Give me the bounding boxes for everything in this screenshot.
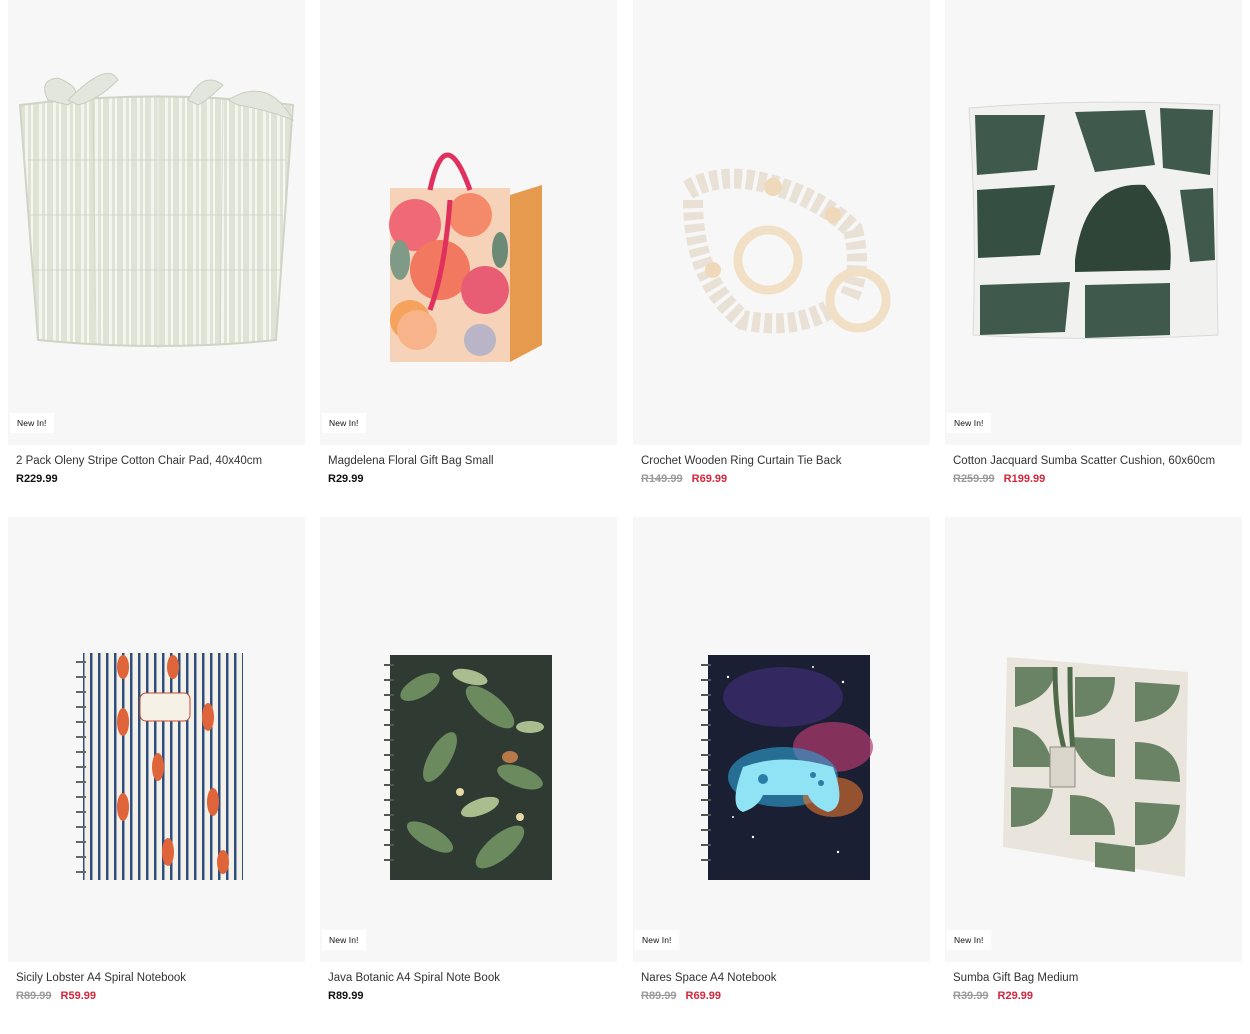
product-price: R149.99 R69.99 <box>641 473 930 485</box>
new-in-badge: New In! <box>322 930 366 950</box>
product-image[interactable]: New In! <box>945 517 1242 962</box>
product-card[interactable]: New In! Magdelena Floral Gift Bag Small … <box>320 0 617 485</box>
new-in-badge: New In! <box>947 413 991 433</box>
new-in-badge: New In! <box>635 930 679 950</box>
sumba-gift-bag-image <box>1003 657 1188 877</box>
product-price: R229.99 <box>16 473 305 485</box>
product-image[interactable] <box>8 517 305 962</box>
product-card[interactable]: New In! Sumba Gift Bag Medium R39.99 R29… <box>945 517 1242 1002</box>
regular-price: R89.99 <box>328 990 364 1002</box>
product-price: R259.99 R199.99 <box>953 473 1242 485</box>
chair-pad-image <box>18 72 295 348</box>
product-image[interactable]: New In! <box>633 517 930 962</box>
original-price: R39.99 <box>953 990 989 1002</box>
new-in-badge: New In! <box>947 930 991 950</box>
new-in-badge: New In! <box>322 413 366 433</box>
sale-price: R29.99 <box>997 990 1034 1002</box>
lobster-notebook-image <box>76 653 243 880</box>
product-image[interactable]: New In! <box>320 517 617 962</box>
regular-price: R29.99 <box>328 473 364 485</box>
product-price: R89.99 R69.99 <box>641 990 930 1002</box>
product-card[interactable]: New In! Nares Space A4 Notebook R89.99 R… <box>633 517 930 1002</box>
product-title[interactable]: Java Botanic A4 Spiral Note Book <box>328 972 617 984</box>
product-title[interactable]: Magdelena Floral Gift Bag Small <box>328 455 617 467</box>
product-image[interactable] <box>633 0 930 445</box>
original-price: R89.99 <box>641 990 677 1002</box>
product-price: R89.99 <box>328 990 617 1002</box>
floral-gift-bag-image <box>389 152 542 362</box>
product-card[interactable]: Crochet Wooden Ring Curtain Tie Back R14… <box>633 0 930 485</box>
product-title[interactable]: Sicily Lobster A4 Spiral Notebook <box>16 972 305 984</box>
botanic-notebook-image <box>384 655 552 880</box>
product-title[interactable]: 2 Pack Oleny Stripe Cotton Chair Pad, 40… <box>16 455 305 467</box>
product-title[interactable]: Cotton Jacquard Sumba Scatter Cushion, 6… <box>953 455 1242 467</box>
original-price: R89.99 <box>16 990 52 1002</box>
product-card[interactable]: Sicily Lobster A4 Spiral Notebook R89.99… <box>8 517 305 1002</box>
product-title[interactable]: Sumba Gift Bag Medium <box>953 972 1242 984</box>
product-image[interactable]: New In! <box>320 0 617 445</box>
product-price: R39.99 R29.99 <box>953 990 1242 1002</box>
new-in-badge: New In! <box>10 413 54 433</box>
sale-price: R199.99 <box>1003 473 1046 485</box>
product-grid: New In! 2 Pack Oleny Stripe Cotton Chair… <box>0 0 1250 1034</box>
product-title[interactable]: Nares Space A4 Notebook <box>641 972 930 984</box>
regular-price: R229.99 <box>16 473 58 485</box>
sale-price: R69.99 <box>691 473 728 485</box>
product-price: R29.99 <box>328 473 617 485</box>
original-price: R149.99 <box>641 473 683 485</box>
jacquard-cushion-image <box>968 101 1221 339</box>
crochet-tie-back-image <box>683 168 891 334</box>
product-image[interactable]: New In! <box>945 0 1242 445</box>
sale-price: R59.99 <box>60 990 97 1002</box>
product-card[interactable]: New In! Cotton Jacquard Sumba Scatter Cu… <box>945 0 1242 485</box>
product-card[interactable]: New In! Java Botanic A4 Spiral Note Book… <box>320 517 617 1002</box>
space-notebook-image <box>701 655 873 880</box>
product-price: R89.99 R59.99 <box>16 990 305 1002</box>
product-image[interactable]: New In! <box>8 0 305 445</box>
product-card[interactable]: New In! 2 Pack Oleny Stripe Cotton Chair… <box>8 0 305 485</box>
original-price: R259.99 <box>953 473 995 485</box>
product-title[interactable]: Crochet Wooden Ring Curtain Tie Back <box>641 455 930 467</box>
sale-price: R69.99 <box>685 990 722 1002</box>
